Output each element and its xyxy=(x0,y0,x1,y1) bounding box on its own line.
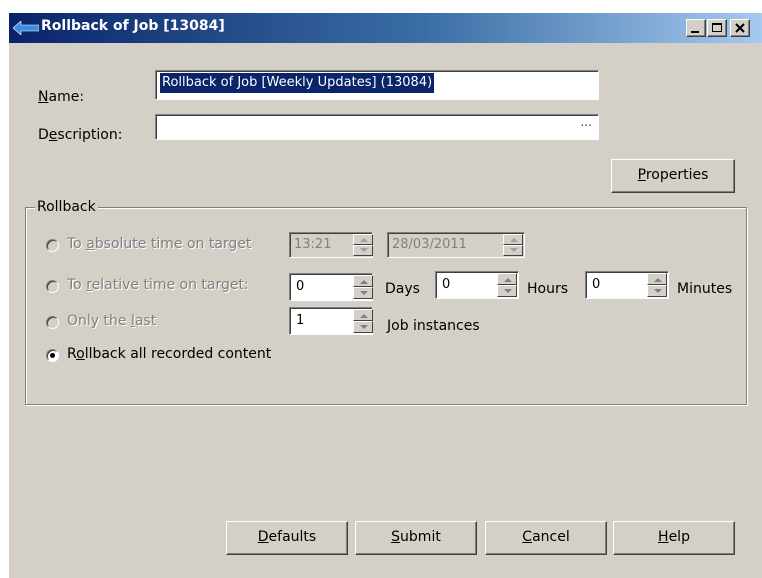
title-bar[interactable]: Rollback of Job [13084] xyxy=(9,13,762,43)
name-label: Name: xyxy=(38,89,85,105)
absolute-time-spinner[interactable] xyxy=(353,234,373,256)
radio-only-last[interactable] xyxy=(46,316,59,329)
close-icon xyxy=(735,23,745,33)
only-last-label: Only the last xyxy=(67,313,157,329)
relative-hours-spinner[interactable] xyxy=(497,273,517,297)
rollback-all-label: Rollback all recorded content xyxy=(67,346,272,362)
window-title: Rollback of Job [13084] xyxy=(41,18,225,34)
name-value: Rollback of Job [Weekly Updates] (13084) xyxy=(160,73,435,93)
description-label: Description: xyxy=(38,127,123,143)
maximize-icon xyxy=(712,23,722,32)
submit-button[interactable]: Submit xyxy=(355,521,477,555)
radio-selected-dot xyxy=(50,353,55,358)
spin-down-icon xyxy=(510,248,518,252)
description-input[interactable]: ... xyxy=(155,114,599,140)
cancel-button[interactable]: Cancel xyxy=(485,521,607,555)
spin-up-icon xyxy=(654,278,662,282)
days-label: Days xyxy=(385,281,420,297)
spin-up-icon xyxy=(360,280,368,284)
radio-relative-time[interactable] xyxy=(46,280,59,293)
spin-down-icon xyxy=(654,289,662,293)
relative-minutes-value: 0 xyxy=(592,277,601,292)
description-browse-button[interactable]: ... xyxy=(581,115,592,129)
properties-button[interactable]: Properties xyxy=(611,159,735,193)
absolute-date-spinner[interactable] xyxy=(503,234,523,256)
radio-rollback-all[interactable] xyxy=(46,349,59,362)
job-instances-label: Job instances xyxy=(387,318,480,334)
absolute-time-value: 13:21 xyxy=(294,237,332,252)
help-button[interactable]: Help xyxy=(613,521,735,555)
rollback-group-title: Rollback xyxy=(35,199,98,215)
defaults-button[interactable]: Defaults xyxy=(226,521,348,555)
spin-down-icon xyxy=(360,248,368,252)
minimize-icon xyxy=(691,31,699,33)
spin-up-icon xyxy=(360,314,368,318)
hours-label: Hours xyxy=(527,281,569,297)
relative-hours-value: 0 xyxy=(442,277,451,292)
maximize-button[interactable] xyxy=(707,19,727,37)
absolute-time-label: To absolute time on target xyxy=(67,236,252,252)
spin-up-icon xyxy=(360,238,368,242)
dialog-window: Rollback of Job [13084] Name: Rollback o… xyxy=(8,12,762,578)
spin-down-icon xyxy=(504,289,512,293)
relative-minutes-spinner[interactable] xyxy=(647,273,667,297)
minutes-label: Minutes xyxy=(677,281,733,297)
relative-days-value: 0 xyxy=(296,279,305,294)
spin-down-icon xyxy=(360,325,368,329)
relative-days-spinner[interactable] xyxy=(353,275,373,299)
spin-up-icon xyxy=(510,238,518,242)
relative-time-label: To relative time on target: xyxy=(67,277,249,293)
spin-up-icon xyxy=(504,278,512,282)
spin-down-icon xyxy=(360,291,368,295)
absolute-date-value: 28/03/2011 xyxy=(392,237,467,252)
minimize-button[interactable] xyxy=(686,19,706,37)
only-last-spinner[interactable] xyxy=(353,309,373,333)
name-input[interactable]: Rollback of Job [Weekly Updates] (13084) xyxy=(155,70,599,100)
close-button[interactable] xyxy=(730,19,750,37)
name-label-text: ame: xyxy=(48,89,85,105)
radio-absolute-time[interactable] xyxy=(46,239,59,252)
rollback-arrow-icon xyxy=(13,21,39,35)
only-last-count-value: 1 xyxy=(296,313,305,328)
